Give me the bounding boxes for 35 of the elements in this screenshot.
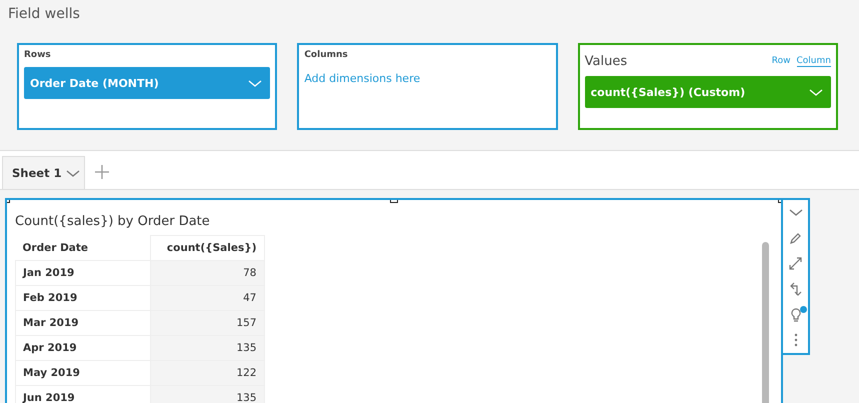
pencil-icon — [789, 232, 802, 245]
table-cell: 157 — [150, 310, 264, 336]
table-cell: 122 — [150, 360, 264, 386]
sheet-tab[interactable]: Sheet 1 — [2, 156, 85, 189]
swap-icon — [790, 282, 802, 296]
well-label: Values — [584, 54, 628, 69]
table-cell: Jun 2019 — [16, 386, 150, 403]
table-cell: 78 — [150, 260, 264, 286]
scrollbar[interactable] — [762, 242, 769, 403]
chevron-icon — [788, 209, 802, 216]
field-pill[interactable]: Order Date (MONTH) — [24, 67, 270, 99]
table-cell: Mar 2019 — [16, 310, 150, 336]
well-label: Columns — [304, 50, 349, 60]
layout-toggle[interactable]: Row — [772, 56, 791, 67]
table-cell: 47 — [150, 286, 264, 310]
table-cell: Jan 2019 — [16, 260, 150, 286]
add-icon[interactable] — [95, 165, 109, 179]
section-title: Field wells — [8, 6, 80, 22]
more-icon — [794, 333, 798, 348]
caret-icon — [248, 80, 262, 86]
caret-icon — [66, 170, 80, 176]
field-pill[interactable]: count({Sales}) (Custom) — [584, 76, 831, 108]
drop-hint: Add dimensions here — [304, 72, 422, 85]
caret-icon — [808, 88, 823, 96]
layout-toggle[interactable]: Column — [796, 56, 831, 67]
visual-title: Count({sales}) by Order Date — [15, 214, 211, 229]
table-cell: Apr 2019 — [16, 336, 150, 360]
table-cell: Feb 2019 — [16, 286, 150, 310]
well-label: Rows — [24, 50, 52, 60]
lightbulb-icon — [790, 308, 800, 322]
table-cell: May 2019 — [16, 360, 150, 386]
expand-icon — [789, 257, 802, 270]
table-cell: 135 — [150, 386, 264, 403]
table-cell: 135 — [150, 336, 264, 360]
column-header: count({Sales}) — [150, 236, 264, 260]
